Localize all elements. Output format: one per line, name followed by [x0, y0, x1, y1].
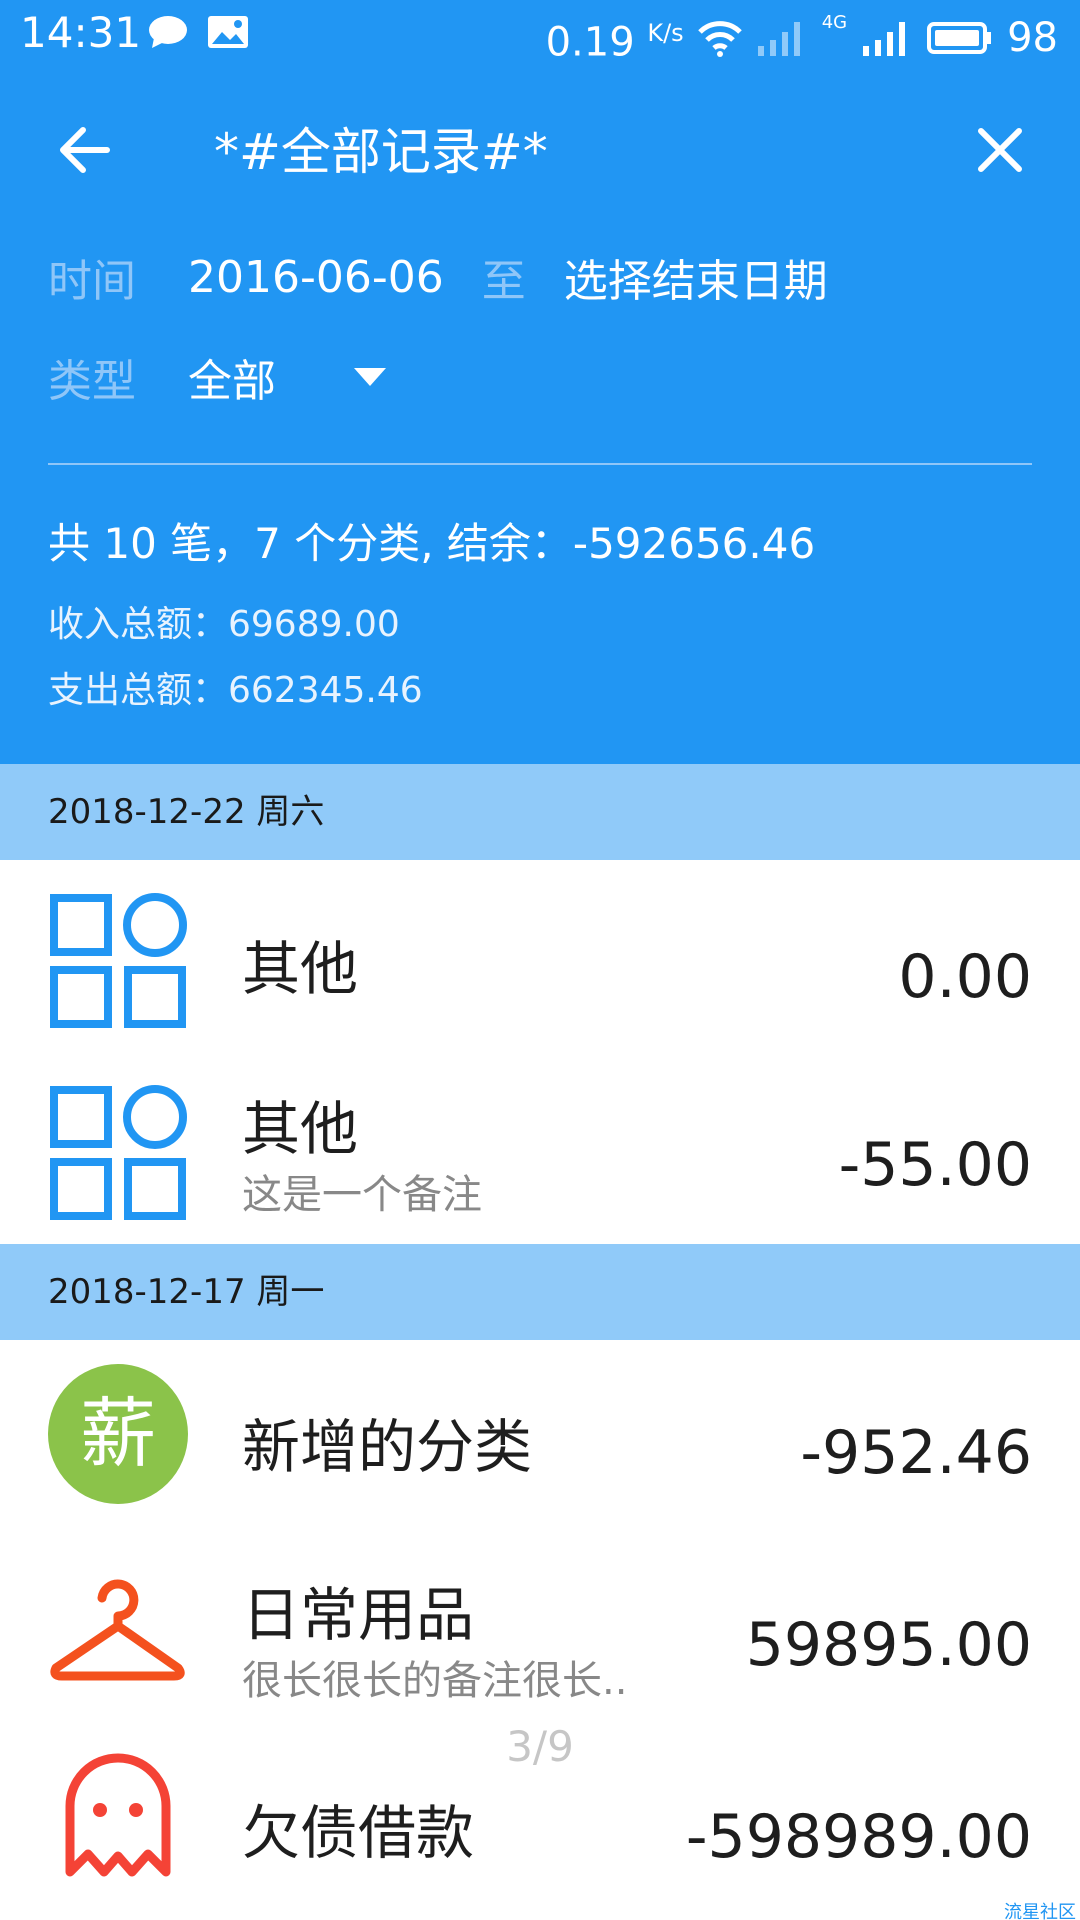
battery-level: 98: [1007, 14, 1058, 61]
close-button[interactable]: [962, 118, 1038, 182]
item-title: 欠债借款: [242, 1799, 475, 1867]
list-item[interactable]: 其他 这是一个备注 -55.00: [0, 1052, 1080, 1242]
grid-category-icon: [50, 893, 187, 1028]
status-left-icons: [148, 14, 250, 50]
signal-strong-icon: [863, 21, 906, 56]
item-note: 这是一个备注: [242, 1172, 482, 1218]
item-amount: 0.00: [898, 942, 1032, 1012]
divider: [48, 463, 1032, 465]
to-label: 至: [481, 256, 526, 307]
arrow-left-icon: [60, 127, 110, 173]
toolbar: *#全部记录#*: [0, 100, 1080, 200]
item-amount: -55.00: [838, 1130, 1032, 1200]
item-title: 其他: [242, 1095, 359, 1163]
expense-total: 支出总额：662345.46: [48, 670, 423, 711]
item-amount: -598989.00: [685, 1802, 1032, 1872]
page-title: *#全部记录#*: [214, 123, 548, 181]
start-date-picker[interactable]: 2016-06-06: [188, 252, 444, 303]
hanger-icon: [50, 1579, 185, 1681]
end-date-picker[interactable]: 选择结束日期: [564, 245, 828, 309]
summary-main: 共 10 笔，7 个分类, 结余：-592656.46: [48, 519, 816, 568]
status-time: 14:31: [20, 8, 142, 57]
type-label: 类型: [48, 356, 136, 407]
close-icon: [978, 128, 1022, 172]
list-item[interactable]: 其他 0.00: [0, 860, 1080, 1050]
item-title: 其他: [242, 935, 359, 1003]
header: 14:31 0.19 K/s 4G 98 *#全部记录#* 时间 2016-06…: [0, 0, 1080, 764]
list-item[interactable]: 日常用品 很长很长的备注很长.. 59895.00: [0, 1532, 1080, 1722]
watermark: 流星社区: [1004, 1902, 1076, 1920]
type-filter-row: 类型 全部: [48, 344, 386, 410]
battery-icon: [927, 21, 992, 54]
signal-weak-icon: [757, 21, 800, 56]
page: 14:31 0.19 K/s 4G 98 *#全部记录#* 时间 2016-06…: [0, 0, 1080, 1920]
item-amount: -952.46: [800, 1418, 1032, 1488]
network-speed: 0.19 K/s: [545, 19, 684, 66]
wifi-icon: [697, 20, 742, 57]
time-label: 时间: [48, 256, 136, 307]
item-amount: 59895.00: [745, 1610, 1032, 1680]
dropdown-arrow-icon: [354, 368, 386, 386]
item-title: 日常用品: [242, 1581, 475, 1649]
status-right: 0.19 K/s 4G 98: [546, 8, 1058, 67]
type-value: 全部: [188, 356, 276, 407]
back-button[interactable]: [46, 118, 122, 182]
page-indicator: 3/9: [506, 1722, 574, 1771]
time-filter-row: 时间 2016-06-06 至 选择结束日期: [48, 244, 828, 310]
item-note: 很长很长的备注很长..: [242, 1658, 628, 1704]
list-item[interactable]: 薪 新增的分类 -952.46: [0, 1340, 1080, 1530]
type-dropdown[interactable]: 全部: [188, 345, 386, 409]
item-title: 新增的分类: [242, 1413, 533, 1481]
grid-category-icon: [50, 1085, 187, 1220]
image-notification-icon: [208, 16, 248, 48]
income-total: 收入总额：69689.00: [48, 604, 400, 645]
date-header: 2018-12-22 周六: [0, 764, 1080, 860]
date-header: 2018-12-17 周一: [0, 1244, 1080, 1340]
new-category-badge-icon: 薪: [48, 1364, 188, 1504]
message-icon: [149, 16, 187, 48]
status-bar: 14:31 0.19 K/s 4G 98: [0, 0, 1080, 66]
network-type: 4G: [821, 12, 848, 33]
